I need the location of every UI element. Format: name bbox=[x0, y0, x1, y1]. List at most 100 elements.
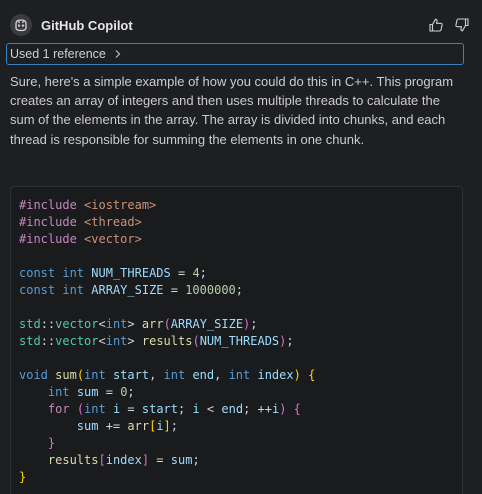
code-token: int bbox=[163, 368, 193, 382]
code-token: start bbox=[141, 402, 178, 416]
code-token: { bbox=[308, 368, 316, 382]
chat-response-header: GitHub Copilot bbox=[10, 14, 472, 36]
code-token: ; bbox=[127, 385, 135, 399]
code-token: arr bbox=[127, 419, 150, 433]
code-token: int bbox=[47, 385, 77, 399]
code-token: int bbox=[228, 368, 258, 382]
code-token: ARRAY_SIZE bbox=[91, 283, 164, 297]
code-token: ) bbox=[293, 368, 301, 382]
code-token: sum bbox=[170, 453, 193, 467]
code-block: #include <iostream> #include <thread> #inc… bbox=[10, 186, 463, 494]
code-line: void sum(int start, int end, int index) … bbox=[19, 367, 315, 384]
chevron-right-icon bbox=[113, 49, 123, 59]
code-token: ( bbox=[163, 317, 171, 331]
code-token: vector bbox=[55, 334, 99, 348]
code-token: } bbox=[47, 436, 56, 450]
code-token: = bbox=[149, 453, 171, 467]
code-token: ( bbox=[76, 368, 85, 382]
code-token: < bbox=[98, 334, 106, 348]
code-token: ; bbox=[178, 402, 193, 416]
code-token: ; bbox=[199, 266, 207, 280]
code-token: ; bbox=[170, 419, 179, 433]
copilot-icon bbox=[10, 14, 32, 36]
code-token: index bbox=[105, 453, 142, 467]
code-token: { bbox=[293, 402, 301, 416]
code-token: sum bbox=[55, 368, 77, 382]
code-token: int bbox=[84, 368, 113, 382]
copilot-title: GitHub Copilot bbox=[41, 17, 133, 33]
code-token: i bbox=[192, 402, 200, 416]
code-token: 1000000 bbox=[185, 283, 236, 297]
code-token: ] bbox=[141, 453, 150, 467]
code-token: int bbox=[105, 317, 128, 331]
code-token: ; bbox=[250, 317, 258, 331]
code-token: NUM_THREADS bbox=[199, 334, 280, 348]
code-token: ++ bbox=[257, 402, 272, 416]
code-token: ; bbox=[286, 334, 294, 348]
code-line: int sum = 0; bbox=[19, 384, 315, 401]
code-token: i bbox=[156, 419, 164, 433]
code-token: <thread> bbox=[84, 215, 142, 229]
code-token: ( bbox=[76, 402, 85, 416]
code-token: ; bbox=[192, 453, 200, 467]
code-token: <vector> bbox=[84, 232, 142, 246]
thumbs-down-icon[interactable] bbox=[454, 17, 470, 33]
feedback-actions bbox=[428, 17, 472, 33]
code-token: += bbox=[98, 419, 128, 433]
used-references-toggle[interactable]: Used 1 reference bbox=[6, 43, 464, 65]
code-token: = bbox=[163, 283, 186, 297]
code-token: std bbox=[19, 334, 41, 348]
code-token: int bbox=[84, 402, 113, 416]
code-token: < bbox=[199, 402, 222, 416]
code-token: [ bbox=[98, 453, 106, 467]
code-token: end bbox=[221, 402, 244, 416]
code-token: ; bbox=[235, 283, 244, 297]
code-line: results[index] = sum; bbox=[19, 452, 315, 469]
code-token: <iostream> bbox=[84, 198, 157, 212]
code-line: sum += arr[i]; bbox=[19, 418, 315, 435]
code-token: arr bbox=[141, 317, 164, 331]
code-token: NUM_THREADS bbox=[91, 266, 171, 280]
code-token: > bbox=[127, 334, 142, 348]
code-token: vector bbox=[55, 317, 99, 331]
code-line: #include <vector> bbox=[19, 231, 315, 248]
code-token: #include bbox=[19, 232, 85, 246]
code-content: #include <iostream> #include <thread> #inc… bbox=[19, 197, 315, 486]
code-token: = bbox=[120, 402, 142, 416]
code-token: ; bbox=[243, 402, 258, 416]
code-token: sum bbox=[76, 385, 99, 399]
code-token: , bbox=[149, 368, 164, 382]
code-line: for (int i = start; i < end; ++i) { bbox=[19, 401, 315, 418]
code-token: , bbox=[214, 368, 229, 382]
code-line: } bbox=[19, 469, 315, 486]
code-token: 4 bbox=[192, 266, 200, 280]
code-token: results bbox=[47, 453, 99, 467]
code-token: const bbox=[19, 283, 63, 297]
code-token: = bbox=[98, 385, 121, 399]
code-token: } bbox=[19, 470, 27, 484]
thumbs-up-icon[interactable] bbox=[428, 17, 444, 33]
code-token: :: bbox=[40, 334, 56, 348]
code-token: end bbox=[192, 368, 215, 382]
code-token: index bbox=[257, 368, 294, 382]
code-token: ] bbox=[163, 419, 171, 433]
code-token: int bbox=[62, 283, 92, 297]
code-token: < bbox=[98, 317, 106, 331]
code-token: start bbox=[112, 368, 150, 382]
code-token: sum bbox=[76, 419, 99, 433]
code-line: std::vector<int> results(NUM_THREADS); bbox=[19, 333, 315, 350]
code-token: ( bbox=[192, 334, 200, 348]
code-token: :: bbox=[40, 317, 56, 331]
code-line: std::vector<int> arr(ARRAY_SIZE); bbox=[19, 316, 315, 333]
code-token: results bbox=[141, 334, 193, 348]
